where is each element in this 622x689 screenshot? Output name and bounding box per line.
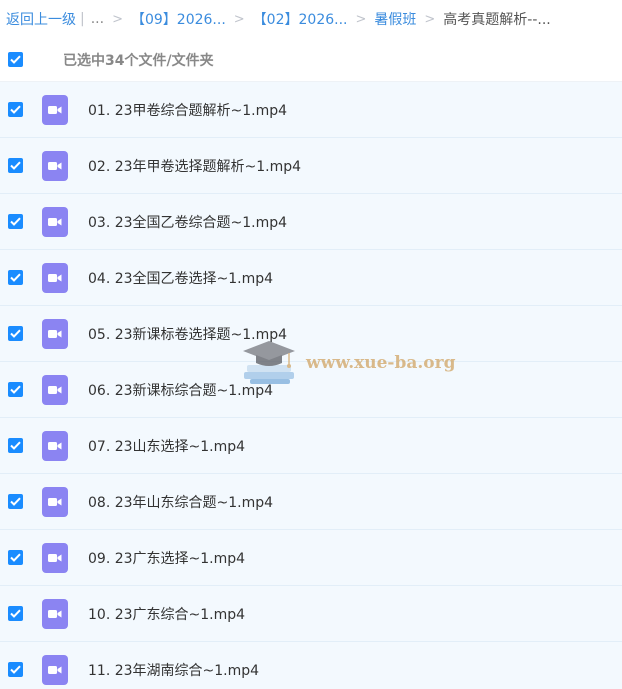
check-icon: [10, 665, 21, 674]
file-browser: 返回上一级 | ... > 【09】2026... > 【02】2026... …: [0, 0, 622, 689]
breadcrumb-item[interactable]: 暑假班: [374, 9, 416, 29]
breadcrumb: 返回上一级 | ... > 【09】2026... > 【02】2026... …: [0, 0, 622, 38]
breadcrumb-ellipsis[interactable]: ...: [91, 11, 104, 27]
video-file-icon: [42, 486, 68, 517]
breadcrumb-current: 高考真题解析--...: [443, 12, 551, 28]
file-row[interactable]: 10. 23广东综合~1.mp4: [0, 586, 622, 642]
file-checkbox[interactable]: [8, 214, 23, 229]
file-row[interactable]: 09. 23广东选择~1.mp4: [0, 530, 622, 586]
video-file-icon: [42, 430, 68, 461]
check-icon: [10, 273, 21, 282]
file-checkbox[interactable]: [8, 662, 23, 677]
breadcrumb-item[interactable]: 【09】2026...: [131, 9, 226, 29]
file-name[interactable]: 07. 23山东选择~1.mp4: [88, 436, 245, 456]
chevron-right-icon: >: [233, 11, 245, 27]
file-row[interactable]: 08. 23年山东综合题~1.mp4: [0, 474, 622, 530]
check-icon: [10, 553, 21, 562]
check-icon: [10, 161, 21, 170]
video-file-icon: [42, 542, 68, 573]
check-icon: [10, 105, 21, 114]
file-row[interactable]: 03. 23全国乙卷综合题~1.mp4: [0, 194, 622, 250]
video-file-icon: [42, 598, 68, 629]
file-checkbox[interactable]: [8, 270, 23, 285]
file-checkbox[interactable]: [8, 102, 23, 117]
file-row[interactable]: 02. 23年甲卷选择题解析~1.mp4: [0, 138, 622, 194]
file-row[interactable]: 05. 23新课标卷选择题~1.mp4: [0, 306, 622, 362]
file-checkbox[interactable]: [8, 158, 23, 173]
check-icon: [10, 55, 21, 64]
file-name[interactable]: 03. 23全国乙卷综合题~1.mp4: [88, 212, 287, 232]
file-checkbox[interactable]: [8, 438, 23, 453]
file-name[interactable]: 08. 23年山东综合题~1.mp4: [88, 492, 273, 512]
file-name[interactable]: 01. 23甲卷综合题解析~1.mp4: [88, 100, 287, 120]
check-icon: [10, 441, 21, 450]
check-icon: [10, 329, 21, 338]
check-icon: [10, 609, 21, 618]
file-row[interactable]: 06. 23新课标综合题~1.mp4: [0, 362, 622, 418]
breadcrumb-divider: |: [80, 11, 85, 27]
video-file-icon: [42, 318, 68, 349]
file-row[interactable]: 11. 23年湖南综合~1.mp4: [0, 642, 622, 689]
chevron-right-icon: >: [112, 11, 123, 27]
chevron-right-icon: >: [355, 11, 367, 27]
file-name[interactable]: 05. 23新课标卷选择题~1.mp4: [88, 324, 287, 344]
file-list: 01. 23甲卷综合题解析~1.mp4 02. 23年甲卷选择题解析~1.mp4…: [0, 82, 622, 689]
file-checkbox[interactable]: [8, 326, 23, 341]
video-file-icon: [42, 654, 68, 685]
chevron-right-icon: >: [424, 11, 436, 27]
file-name[interactable]: 11. 23年湖南综合~1.mp4: [88, 660, 259, 680]
check-icon: [10, 385, 21, 394]
breadcrumb-item[interactable]: 【02】2026...: [253, 9, 348, 29]
file-name[interactable]: 04. 23全国乙卷选择~1.mp4: [88, 268, 273, 288]
file-checkbox[interactable]: [8, 606, 23, 621]
file-name[interactable]: 10. 23广东综合~1.mp4: [88, 604, 245, 624]
file-checkbox[interactable]: [8, 382, 23, 397]
back-link[interactable]: 返回上一级: [6, 9, 76, 29]
file-name[interactable]: 09. 23广东选择~1.mp4: [88, 548, 245, 568]
check-icon: [10, 497, 21, 506]
file-checkbox[interactable]: [8, 494, 23, 509]
video-file-icon: [42, 206, 68, 237]
video-file-icon: [42, 374, 68, 405]
file-row[interactable]: 07. 23山东选择~1.mp4: [0, 418, 622, 474]
video-file-icon: [42, 262, 68, 293]
select-all-row: 已选中34个文件/文件夹: [0, 38, 622, 82]
select-all-checkbox[interactable]: [8, 52, 23, 67]
file-row[interactable]: 01. 23甲卷综合题解析~1.mp4: [0, 82, 622, 138]
file-name[interactable]: 02. 23年甲卷选择题解析~1.mp4: [88, 156, 301, 176]
video-file-icon: [42, 150, 68, 181]
file-name[interactable]: 06. 23新课标综合题~1.mp4: [88, 380, 273, 400]
check-icon: [10, 217, 21, 226]
file-row[interactable]: 04. 23全国乙卷选择~1.mp4: [0, 250, 622, 306]
video-file-icon: [42, 94, 68, 125]
file-checkbox[interactable]: [8, 550, 23, 565]
selection-count: 已选中34个文件/文件夹: [63, 52, 214, 69]
